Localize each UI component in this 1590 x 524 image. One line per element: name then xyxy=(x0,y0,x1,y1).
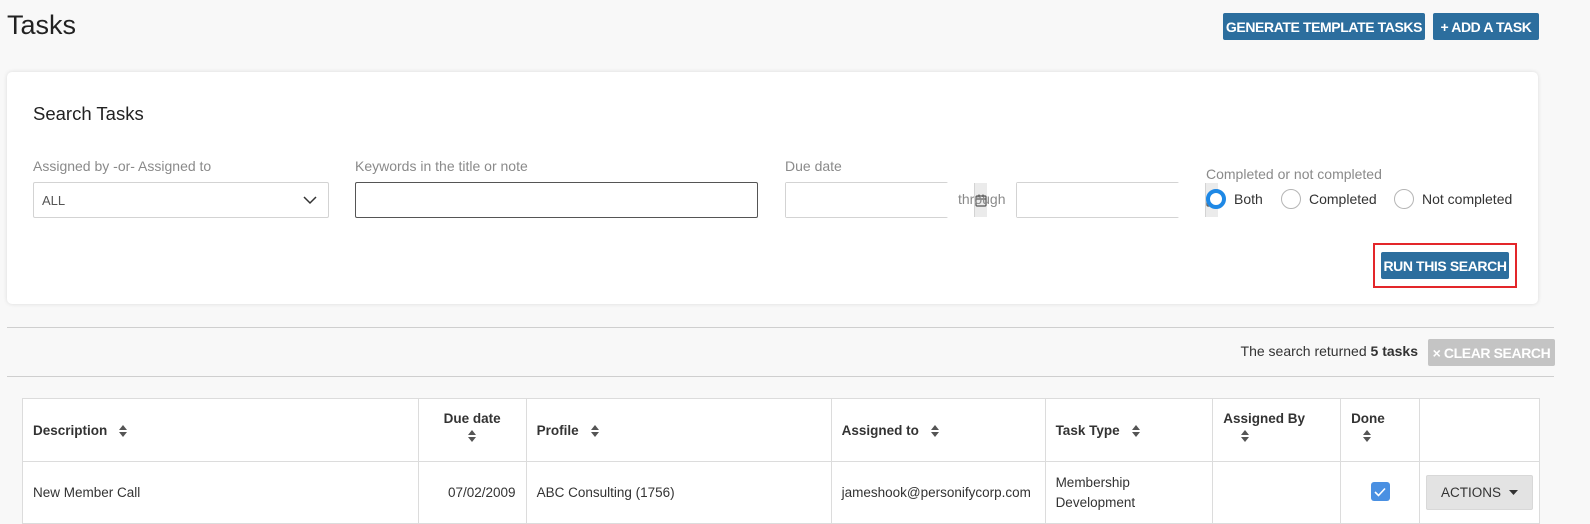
done-checkbox[interactable] xyxy=(1370,482,1390,502)
result-count: 5 tasks xyxy=(1370,343,1418,359)
tasks-table: Description Due date Profile Assigned to… xyxy=(22,398,1541,524)
column-header-assigned-by[interactable]: Assigned By xyxy=(1212,398,1342,462)
cell-task-type: Membership Development xyxy=(1044,461,1214,524)
table-header-row: Description Due date Profile Assigned to… xyxy=(22,398,1541,462)
cell-profile: ABC Consulting (1756) xyxy=(525,461,832,524)
column-header-profile[interactable]: Profile xyxy=(525,398,832,462)
cell-due-date: 07/02/2009 xyxy=(417,461,527,524)
assigned-select[interactable]: ALL xyxy=(33,182,329,218)
actions-label: ACTIONS xyxy=(1440,485,1501,500)
sort-icon[interactable] xyxy=(119,424,128,437)
completed-label: Completed or not completed xyxy=(1206,166,1382,182)
radio-label: Completed xyxy=(1309,191,1377,207)
page-title: Tasks xyxy=(7,10,77,40)
add-task-button[interactable]: + ADD A TASK xyxy=(1433,13,1539,40)
column-header-description[interactable]: Description xyxy=(22,398,419,462)
cell-done xyxy=(1340,461,1420,524)
run-search-highlight: RUN THIS SEARCH xyxy=(1373,243,1517,288)
keywords-input[interactable] xyxy=(355,182,758,218)
cell-description: New Member Call xyxy=(22,461,419,524)
cell-actions: ACTIONS xyxy=(1418,461,1541,524)
sort-icon[interactable] xyxy=(1241,430,1250,442)
radio-completed[interactable]: Completed xyxy=(1281,189,1377,209)
column-header-due-date[interactable]: Due date xyxy=(417,398,527,462)
sort-icon[interactable] xyxy=(590,424,599,437)
search-panel-title: Search Tasks xyxy=(33,103,144,124)
sort-icon[interactable] xyxy=(468,430,477,442)
cell-assigned-to: jameshook@personifycorp.com xyxy=(830,461,1046,524)
due-date-from[interactable] xyxy=(785,182,987,218)
cell-assigned-by xyxy=(1212,461,1342,524)
column-header-done[interactable]: Done xyxy=(1340,398,1420,462)
clear-search-button[interactable]: × CLEAR SEARCH xyxy=(1428,339,1555,366)
keywords-label: Keywords in the title or note xyxy=(355,158,528,174)
checkmark-icon xyxy=(1374,487,1386,497)
column-header-actions xyxy=(1418,398,1541,462)
divider xyxy=(7,376,1554,377)
radio-label: Both xyxy=(1234,191,1263,207)
chevron-down-icon xyxy=(303,196,317,205)
run-search-button[interactable]: RUN THIS SEARCH xyxy=(1381,252,1509,279)
due-date-to-input[interactable] xyxy=(1017,183,1205,217)
search-result-summary: The search returned 5 tasks xyxy=(1241,343,1418,359)
sort-icon[interactable] xyxy=(1131,424,1140,437)
due-date-to[interactable] xyxy=(1016,182,1218,218)
radio-button[interactable] xyxy=(1281,189,1301,209)
caret-down-icon xyxy=(1508,489,1518,495)
assigned-select-value: ALL xyxy=(42,192,66,208)
sort-icon[interactable] xyxy=(930,424,939,437)
sort-icon[interactable] xyxy=(1363,430,1372,442)
search-tasks-panel: Search Tasks Assigned by -or- Assigned t… xyxy=(7,72,1538,304)
due-date-label: Due date xyxy=(785,158,842,174)
divider xyxy=(7,327,1554,328)
column-header-task-type[interactable]: Task Type xyxy=(1044,398,1214,462)
generate-template-tasks-button[interactable]: GENERATE TEMPLATE TASKS xyxy=(1223,13,1425,40)
radio-button[interactable] xyxy=(1394,189,1414,209)
radio-not-completed[interactable]: Not completed xyxy=(1394,189,1512,209)
radio-button[interactable] xyxy=(1206,189,1226,209)
column-header-assigned-to[interactable]: Assigned to xyxy=(830,398,1046,462)
result-prefix: The search returned xyxy=(1240,343,1367,359)
radio-label: Not completed xyxy=(1422,191,1513,207)
radio-both[interactable]: Both xyxy=(1206,189,1263,209)
assigned-label: Assigned by -or- Assigned to xyxy=(33,158,212,174)
through-label: through xyxy=(958,191,1006,207)
actions-dropdown-button[interactable]: ACTIONS xyxy=(1425,475,1533,510)
due-date-from-input[interactable] xyxy=(786,183,974,217)
table-row: New Member Call 07/02/2009 ABC Consultin… xyxy=(22,461,1541,524)
